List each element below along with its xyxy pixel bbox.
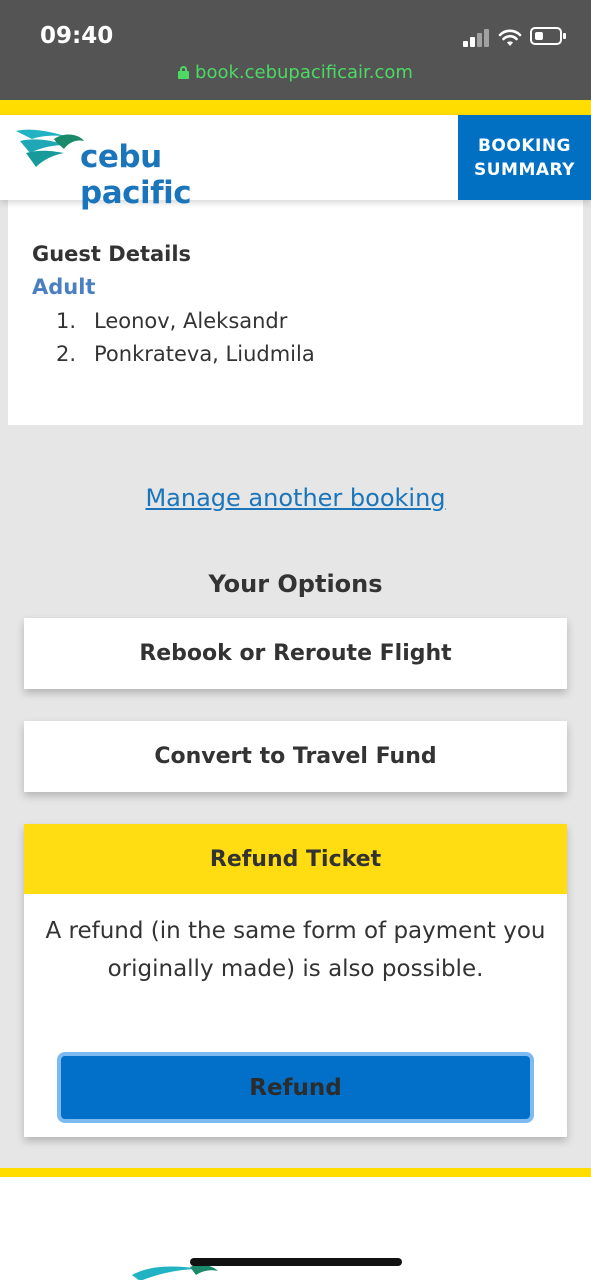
convert-label: Convert to Travel Fund xyxy=(154,744,437,769)
guest-details-card: Guest Details Adult 1. Leonov, Aleksandr … xyxy=(8,200,583,425)
signal-icon xyxy=(463,29,491,47)
refund-button[interactable]: Refund xyxy=(57,1052,534,1123)
footer-accent-bar xyxy=(0,1168,591,1177)
booking-summary-label-1: BOOKING xyxy=(477,135,572,156)
convert-travel-fund-button[interactable]: Convert to Travel Fund xyxy=(24,721,567,792)
guest-type-label: Adult xyxy=(32,275,96,299)
list-item: 1. Leonov, Aleksandr xyxy=(56,309,288,333)
refund-ticket-title: Refund Ticket xyxy=(209,846,382,872)
booking-summary-label-2: SUMMARY xyxy=(473,159,575,180)
logo-text: cebu pacific xyxy=(80,139,192,211)
guest-name: Leonov, Aleksandr xyxy=(94,309,288,333)
url-text: book.cebupacificair.com xyxy=(195,62,413,83)
guest-list: 1. Leonov, Aleksandr 2. Ponkrateva, Liudmi… xyxy=(56,308,315,374)
rebook-reroute-button[interactable]: Rebook or Reroute Flight xyxy=(24,618,567,689)
bird-logo-icon xyxy=(16,129,84,167)
booking-summary-button[interactable]: BOOKING SUMMARY xyxy=(458,115,591,200)
status-time: 09:40 xyxy=(40,23,114,49)
refund-ticket-card: Refund Ticket A refund (in the same form… xyxy=(24,824,567,1137)
refund-ticket-header[interactable]: Refund Ticket xyxy=(24,824,567,894)
site-header: cebu pacific BOOKING SUMMARY xyxy=(0,115,591,211)
battery-icon xyxy=(530,27,566,45)
home-indicator[interactable] xyxy=(190,1258,402,1266)
refund-description: A refund (in the same form of payment yo… xyxy=(45,918,546,982)
address-bar[interactable]: book.cebupacificair.com xyxy=(0,62,591,83)
wifi-icon xyxy=(498,29,522,46)
options-title: Your Options xyxy=(208,570,383,598)
status-bar: 09:40 book.cebupacificair.com xyxy=(0,0,591,100)
lock-icon xyxy=(178,66,190,79)
refund-button-label: Refund xyxy=(249,1074,342,1101)
manage-another-booking-link[interactable]: Manage another booking xyxy=(0,484,591,512)
header-accent-bar xyxy=(0,100,591,115)
guest-name: Ponkrateva, Liudmila xyxy=(94,342,315,366)
rebook-label: Rebook or Reroute Flight xyxy=(139,641,452,666)
guest-details-title: Guest Details xyxy=(32,242,192,266)
cebu-pacific-logo[interactable]: cebu pacific xyxy=(14,123,274,211)
list-item: 2. Ponkrateva, Liudmila xyxy=(56,342,315,366)
